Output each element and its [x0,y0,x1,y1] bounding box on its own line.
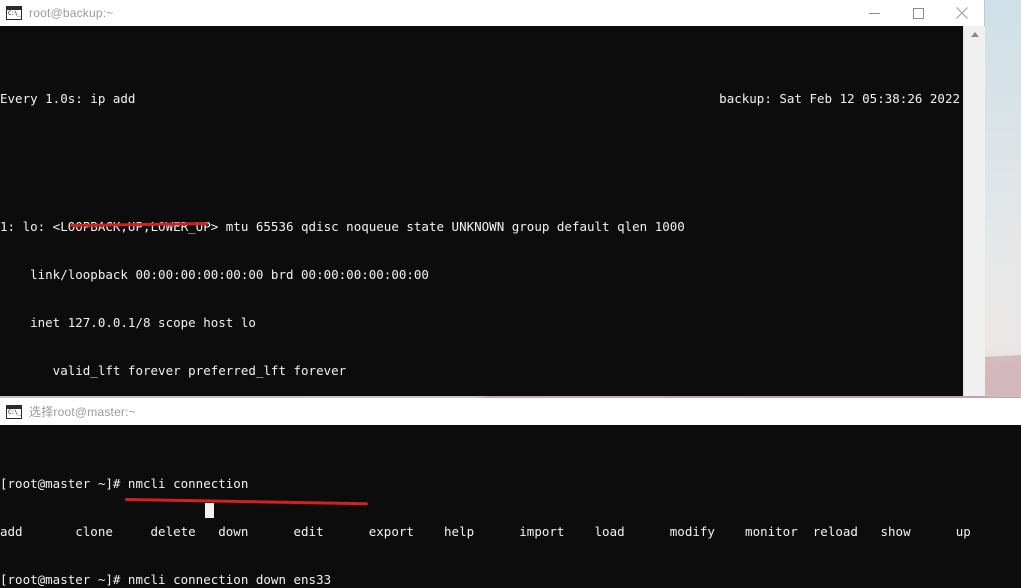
ip-output-line: inet 127.0.0.1/8 scope host lo [0,315,256,330]
terminal-window-master: 选择root@master:~ [root@master ~]# nmcli c… [0,398,1021,588]
close-button[interactable] [940,0,984,26]
titlebar-backup[interactable]: root@backup:~ [0,0,984,26]
ip-output-line: 1: lo: <LOOPBACK,UP,LOWER_UP> mtu 65536 … [0,219,685,234]
screen: root@backup:~ Every 1.0s: [0,0,1021,588]
blank-row [0,155,963,171]
ip-output-line: link/loopback 00:00:00:00:00:00 brd 00:0… [0,267,429,282]
scroll-up-arrow-icon[interactable] [964,26,985,43]
terminal-scrollbar-backup[interactable] [963,26,985,396]
ip-output-line: valid_lft forever preferred_lft forever [0,363,347,378]
window-title-backup: root@backup:~ [29,6,114,20]
window-title-master: 选择root@master:~ [29,405,136,419]
highlight-nmcli-down-command [124,498,368,506]
terminal-body-master[interactable]: [root@master ~]# nmcli connection add cl… [0,425,1021,588]
nmcli-subcommand-list: add clone delete down edit export help i… [0,524,971,539]
terminal-body-backup[interactable]: Every 1.0s: ip add backup: Sat Feb 12 05… [0,26,963,396]
titlebar-master[interactable]: 选择root@master:~ [0,398,1021,425]
maximize-icon [912,7,924,19]
minimize-icon [868,12,880,14]
terminal-window-backup: root@backup:~ Every 1.0s: [0,0,985,396]
minimize-button[interactable] [852,0,896,26]
cmd-console-icon [6,6,22,20]
watch-header-row: Every 1.0s: ip add backup: Sat Feb 12 05… [0,91,963,107]
cmd-console-icon [6,404,22,419]
close-icon [956,7,968,19]
shell-line: [root@master ~]# nmcli connection [0,476,249,491]
watch-header-left: Every 1.0s: ip add [0,91,136,106]
shell-prompt-line: [root@master ~]# nmcli connection down e… [0,572,332,587]
maximize-button[interactable] [896,0,940,26]
block-cursor [205,503,214,518]
watch-header-right: backup: Sat Feb 12 05:38:26 2022 [719,91,960,106]
